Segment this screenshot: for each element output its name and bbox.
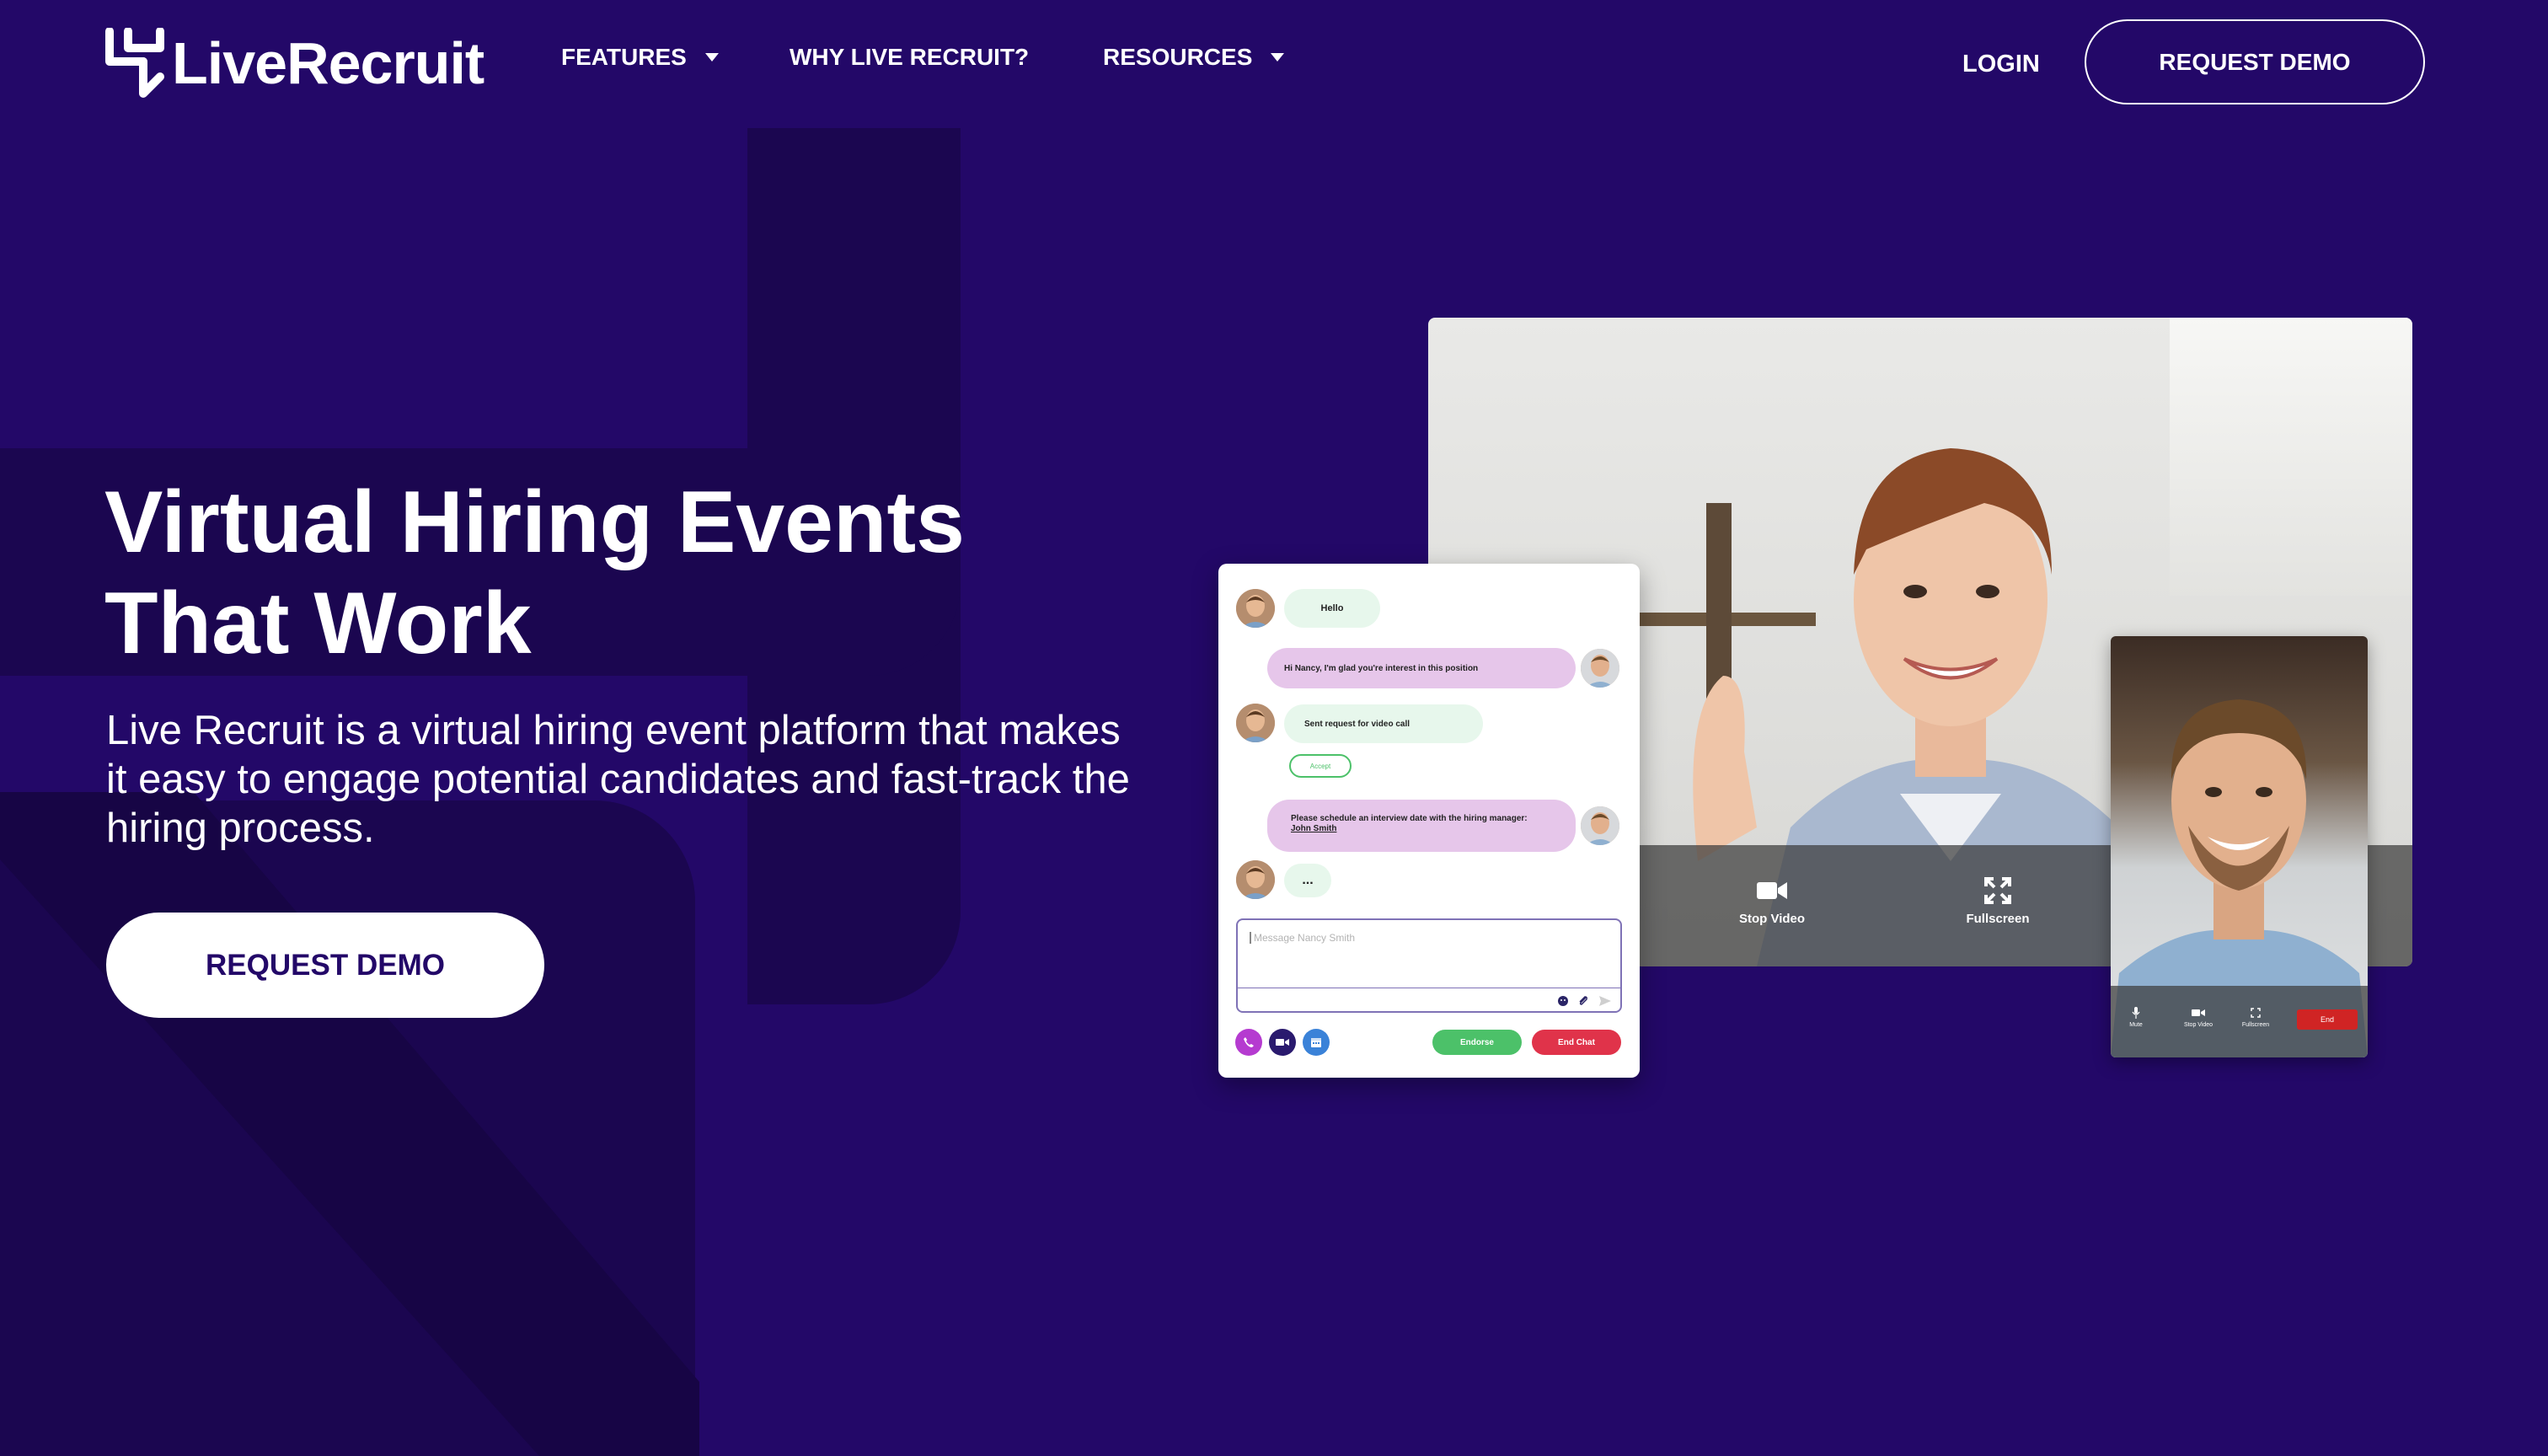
candidate-avatar <box>1236 704 1275 742</box>
hero-subtitle: Live Recruit is a virtual hiring event p… <box>106 708 1130 851</box>
top-navigation: LiveRecruit FEATURES WHY LIVE RECRUIT? R… <box>0 0 2548 126</box>
chat-message-1: Hello <box>1284 589 1380 628</box>
hero-title-line-2: That Work <box>104 575 532 672</box>
typing-indicator: ... <box>1284 864 1331 897</box>
logo-text: LiveRecruit <box>172 30 484 96</box>
candidate-avatar <box>1236 589 1275 628</box>
caret-down-icon <box>704 53 719 62</box>
endorse-button[interactable]: Endorse <box>1432 1030 1522 1055</box>
chat-message-2: Hi Nancy, I'm glad you're interest in th… <box>1267 648 1576 688</box>
calendar-icon <box>1311 1038 1321 1047</box>
candidate-avatar <box>1236 860 1275 899</box>
hero-request-demo-button[interactable]: REQUEST DEMO <box>106 913 544 1018</box>
stop-video-label: Stop Video <box>1738 912 1806 926</box>
small-stop-video-label: Stop Video <box>2183 1022 2213 1028</box>
send-icon[interactable] <box>1598 994 1612 1008</box>
nav-why-label: WHY LIVE RECRUIT? <box>790 44 1030 70</box>
attachment-icon[interactable] <box>1576 994 1590 1008</box>
chat-panel: Hello Hi Nancy, I'm glad you're interest… <box>1218 564 1640 1078</box>
fullscreen-control[interactable]: Fullscreen <box>1930 876 2065 926</box>
phone-icon <box>1244 1037 1254 1047</box>
microphone-icon <box>2129 1007 2143 1019</box>
recruiter-avatar <box>1581 806 1619 845</box>
chat-message-3: Sent request for video call <box>1284 704 1483 743</box>
nav-request-demo-button[interactable]: REQUEST DEMO <box>2085 19 2425 104</box>
small-fullscreen-control[interactable]: Fullscreen <box>2235 1007 2277 1028</box>
chat-message-4: Please schedule an interview date with t… <box>1267 800 1576 852</box>
small-stop-video-control[interactable]: Stop Video <box>2177 1007 2219 1028</box>
nav-why-live-recruit[interactable]: WHY LIVE RECRUIT? <box>790 44 1029 71</box>
mute-control[interactable]: Mute <box>2115 1007 2157 1028</box>
phone-call-button[interactable] <box>1235 1029 1262 1056</box>
self-video-feed: Mute Stop Video Fullscreen End <box>2111 636 2368 1057</box>
video-camera-icon <box>2192 1007 2205 1019</box>
nav-features[interactable]: FEATURES <box>561 44 719 71</box>
login-link[interactable]: LOGIN <box>1962 51 2040 78</box>
logo[interactable]: LiveRecruit <box>104 25 484 101</box>
fullscreen-icon <box>2249 1007 2262 1019</box>
end-chat-button[interactable]: End Chat <box>1532 1030 1621 1055</box>
hero-title-line-1: Virtual Hiring Events <box>104 474 966 571</box>
video-call-button[interactable] <box>1269 1029 1296 1056</box>
end-call-button[interactable]: End <box>2297 1009 2358 1030</box>
chat-message-4-text: Please schedule an interview date with t… <box>1291 814 1528 823</box>
fullscreen-label: Fullscreen <box>1966 912 2030 926</box>
chat-input-placeholder: Message Nancy Smith <box>1250 932 1355 944</box>
nav-features-label: FEATURES <box>561 44 687 70</box>
bg-shape-diagonal <box>0 792 699 1456</box>
logo-mark-icon <box>105 28 164 98</box>
mute-label: Mute <box>2129 1022 2143 1028</box>
hiring-manager-link[interactable]: John Smith <box>1291 824 1336 833</box>
caret-down-icon <box>1271 53 1285 62</box>
nav-resources[interactable]: RESOURCES <box>1103 44 1285 71</box>
stop-video-control[interactable]: Stop Video <box>1705 876 1839 926</box>
schedule-button[interactable] <box>1303 1029 1330 1056</box>
nav-resources-label: RESOURCES <box>1103 44 1253 70</box>
hero-title: Virtual Hiring Events That Work <box>104 472 1158 674</box>
chat-message-input[interactable]: Message Nancy Smith <box>1236 918 1622 1013</box>
fullscreen-icon <box>1981 876 2015 905</box>
small-fullscreen-label: Fullscreen <box>2241 1022 2270 1028</box>
video-camera-icon <box>1755 876 1789 905</box>
recruiter-avatar <box>1581 649 1619 688</box>
video-camera-icon <box>1276 1039 1289 1046</box>
emoji-icon[interactable] <box>1556 994 1570 1008</box>
accept-video-call-button[interactable]: Accept <box>1289 754 1352 778</box>
